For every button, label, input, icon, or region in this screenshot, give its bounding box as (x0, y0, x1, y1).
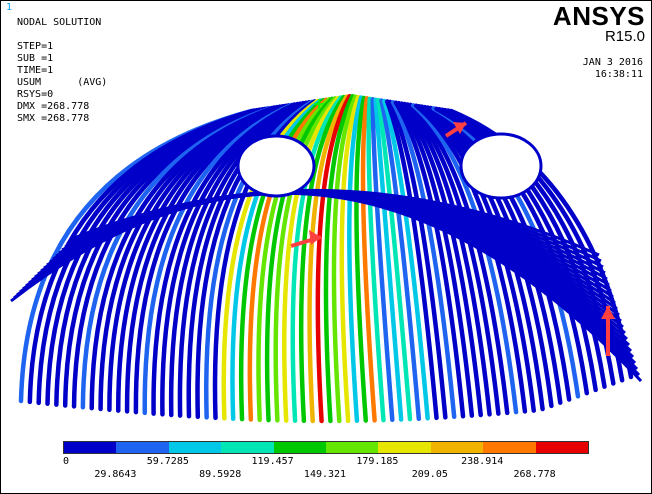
sub-label: SUB =1 (17, 53, 54, 64)
contour-legend-bar (63, 441, 589, 454)
mesh-model-plot[interactable] (1, 1, 651, 493)
legend-swatch (483, 442, 536, 453)
right-opening (459, 132, 543, 200)
legend-tick-label: 59.7285 (146, 456, 189, 467)
smx-label: SMX =268.778 (17, 113, 90, 124)
legend-tick-label: 0 (63, 456, 70, 467)
legend-swatch (64, 442, 117, 453)
usum-label: USUM (AVG) (17, 77, 108, 88)
window-number: 1 (6, 2, 13, 13)
legend-swatch (535, 442, 589, 453)
legend-tick-label: 119.457 (251, 456, 294, 467)
rsys-label: RSYS=0 (17, 89, 54, 100)
legend-swatch (430, 442, 484, 453)
graphics-viewport[interactable]: 1 NODAL SOLUTION STEP=1 SUB =1 TIME=1 US… (0, 0, 652, 494)
left-opening (236, 134, 316, 198)
legend-tick-label: 238.914 (461, 456, 504, 467)
legend-tick-label: 268.778 (513, 469, 556, 480)
legend-tick-label: 89.5928 (199, 469, 242, 480)
time-label: TIME=1 (17, 65, 54, 76)
time-stamp-label: 16:38:11 (594, 69, 643, 80)
legend-swatch (273, 442, 327, 453)
legend-tick-label: 149.321 (303, 469, 347, 480)
dmx-label: DMX =268.778 (17, 101, 90, 112)
step-label: STEP=1 (17, 41, 54, 52)
date-label: JAN 3 2016 (582, 57, 643, 68)
plot-title: NODAL SOLUTION (17, 17, 102, 28)
legend-swatch (326, 442, 379, 453)
legend-swatch (378, 442, 431, 453)
legend-tick-label: 179.185 (356, 456, 399, 467)
legend-swatch (221, 442, 274, 453)
version-label: R15.0 (604, 28, 645, 45)
legend-tick-label: 209.05 (411, 469, 448, 480)
legend-swatch (168, 442, 222, 453)
legend-tick-label: 29.8643 (94, 469, 137, 480)
legend-swatch (116, 442, 169, 453)
